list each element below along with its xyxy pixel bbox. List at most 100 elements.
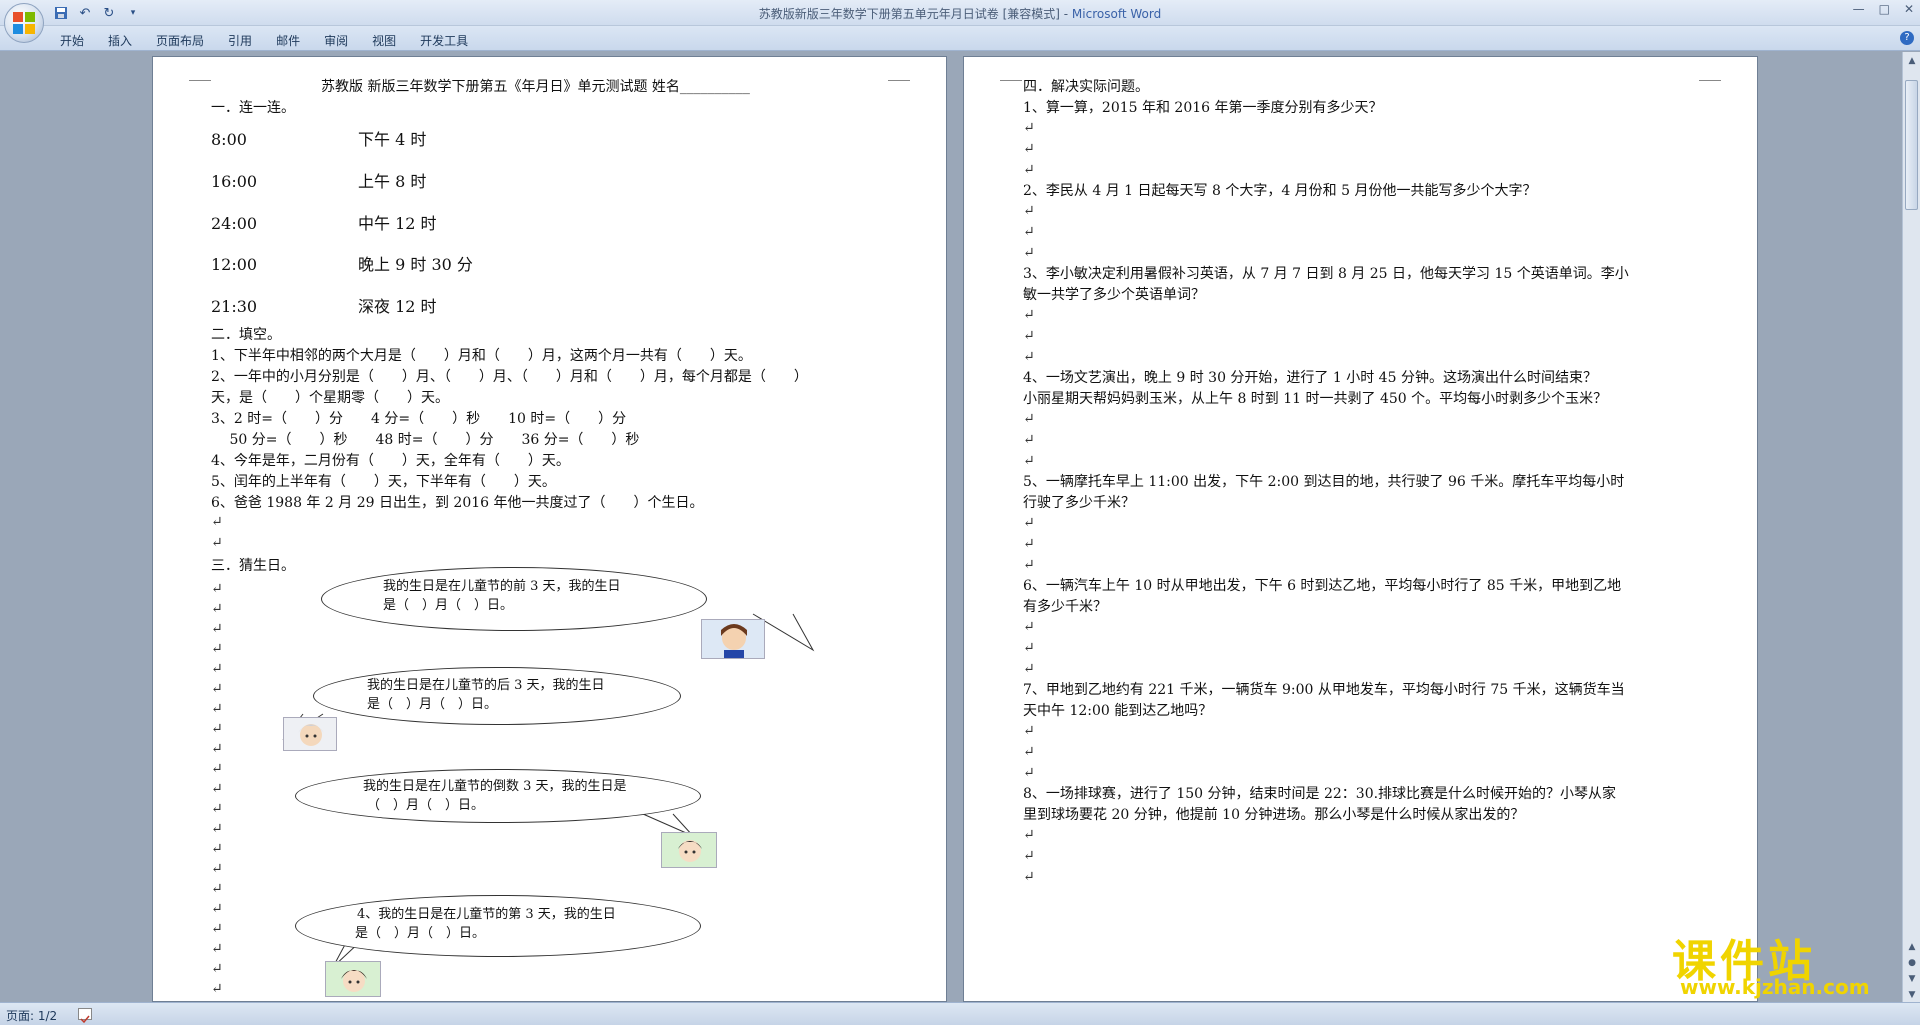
bubble-3-text-line-1: 我的生日是在儿童节的倒数 3 天，我的生日是	[363, 779, 627, 794]
fill-line-8: 6、爸爸 1988 年 2 月 29 日出生，到 2016 年他一共度过了（ ）…	[211, 495, 704, 511]
paragraph-mark: ↵	[211, 861, 223, 877]
match-right-5: 深夜 12 时	[358, 297, 437, 316]
paragraph-mark: ↵	[1023, 411, 1035, 427]
document-title: 苏教版新版三年数学下册第五单元年月日试卷 [兼容模式] -	[758, 7, 1072, 21]
paragraph-mark: ↵	[1023, 224, 1035, 240]
paragraph-mark: ↵	[211, 761, 223, 777]
help-icon[interactable]: ?	[1900, 31, 1914, 45]
paragraph-mark: ↵	[211, 514, 223, 530]
select-browse-object-icon[interactable]: ●	[1906, 958, 1918, 968]
fill-line-3: 天，是（ ）个星期零（ ）天。	[211, 390, 449, 406]
paragraph-mark: ↵	[1023, 141, 1035, 157]
minimize-button[interactable]: —	[1853, 2, 1865, 16]
tab-references[interactable]: 引用	[216, 30, 264, 51]
paragraph-mark: ↵	[1023, 120, 1035, 136]
paragraph-mark: ↵	[211, 901, 223, 917]
paragraph-mark: ↵	[1023, 432, 1035, 448]
fill-line-7: 5、闰年的上半年有（ ）天，下半年有（ ）天。	[211, 474, 556, 490]
section-4-heading: 四．解决实际问题。	[1023, 79, 1149, 95]
scrollbar-thumb[interactable]	[1905, 80, 1918, 210]
document-workspace: 苏教版 新版三年数学下册第五《年月日》单元测试题 姓名__________ 一．…	[0, 52, 1902, 1002]
question-5-line-1: 5、一辆摩托车早上 11:00 出发，下午 2:00 到达目的地，共行驶了 96…	[1023, 474, 1625, 490]
bubble-2-text-line-1: 我的生日是在儿童节的后 3 天，我的生日	[367, 678, 605, 693]
paragraph-mark: ↵	[211, 741, 223, 757]
paragraph-mark: ↵	[1023, 640, 1035, 656]
question-6-line-1: 6、一辆汽车上午 10 时从甲地出发，下午 6 时到达乙地，平均每小时行了 85…	[1023, 578, 1622, 594]
proofing-icon[interactable]	[78, 1008, 92, 1024]
next-page-icon[interactable]: ▼	[1906, 974, 1918, 984]
margin-corner	[189, 67, 211, 81]
question-7-line-2: 天中午 12:00 能到达乙地吗？	[1023, 703, 1213, 719]
scroll-up-icon[interactable]: ▲	[1906, 56, 1918, 66]
paragraph-mark: ↵	[1023, 619, 1035, 635]
paragraph-mark: ↵	[1023, 162, 1035, 178]
fill-line-4: 3、2 时=（ ）分 4 分=（ ）秒 10 时=（ ）分	[211, 411, 627, 427]
question-5-line-2: 行驶了多少千米？	[1023, 495, 1135, 511]
fill-line-5: 50 分=（ ）秒 48 时=（ ）分 36 分=（ ）秒	[211, 432, 640, 448]
bubble-3-text-line-2: （ ）月（ ）日。	[367, 798, 485, 813]
paragraph-mark: ↵	[211, 961, 223, 977]
paragraph-mark: ↵	[1023, 557, 1035, 573]
match-right-4: 晚上 9 时 30 分	[358, 255, 473, 274]
question-3-line-1: 3、李小敏决定利用暑假补习英语，从 7 月 7 日到 8 月 25 日，他每天学…	[1023, 266, 1629, 282]
question-8-line-2: 里到球场要花 20 分钟，他提前 10 分钟进场。那么小琴是什么时候从家出发的？	[1023, 807, 1525, 823]
bubble-4-text-line-2: 是（ ）月（ ）日。	[355, 926, 486, 941]
tab-insert[interactable]: 插入	[96, 30, 144, 51]
fill-line-1: 1、下半年中相邻的两个大月是（ ）月和（ ）月，这两个月一共有（ ）天。	[211, 348, 752, 364]
fill-line-2: 2、一年中的小月分别是（ ）月、（ ）月、（ ）月和（ ）月，每个月都是（ ）	[211, 369, 808, 385]
vertical-scrollbar[interactable]: ▲ ▲ ● ▼ ▼	[1902, 52, 1920, 1002]
paragraph-mark: ↵	[1023, 661, 1035, 677]
paragraph-mark: ↵	[1023, 453, 1035, 469]
maximize-button[interactable]: □	[1879, 2, 1890, 16]
question-3-line-2: 敏一共学了多少个英语单词？	[1023, 287, 1205, 303]
avatar-boy-blue	[701, 619, 765, 659]
section-1-heading: 一．连一连。	[211, 100, 295, 116]
paragraph-mark: ↵	[1023, 515, 1035, 531]
margin-corner	[888, 67, 910, 81]
match-right-1: 下午 4 时	[358, 130, 427, 149]
paragraph-mark: ↵	[211, 881, 223, 897]
tab-view[interactable]: 视图	[360, 30, 408, 51]
ribbon-tabs: 开始 插入 页面布局 引用 邮件 审阅 视图 开发工具	[48, 30, 480, 51]
question-7-line-1: 7、甲地到乙地约有 221 千米，一辆货车 9:00 从甲地发车，平均每小时行 …	[1023, 682, 1625, 698]
paragraph-mark: ↵	[211, 621, 223, 637]
prev-page-icon[interactable]: ▲	[1906, 942, 1918, 952]
bubble-2-text-line-2: 是（ ）月（ ）日。	[367, 697, 498, 712]
paragraph-mark: ↵	[1023, 349, 1035, 365]
paragraph-mark: ↵	[211, 701, 223, 717]
tab-review[interactable]: 审阅	[312, 30, 360, 51]
paragraph-mark: ↵	[1023, 744, 1035, 760]
tab-page-layout[interactable]: 页面布局	[144, 30, 216, 51]
tab-developer[interactable]: 开发工具	[408, 30, 480, 51]
avatar-boy-white-hair	[283, 717, 337, 751]
question-6-line-2: 有多少千米？	[1023, 599, 1107, 615]
paragraph-mark: ↵	[1023, 307, 1035, 323]
tab-home[interactable]: 开始	[48, 30, 96, 51]
paragraph-mark: ↵	[1023, 869, 1035, 885]
section-2-heading: 二．填空。	[211, 327, 281, 343]
app-name: Microsoft Word	[1071, 7, 1162, 21]
page-indicator[interactable]: 页面: 1/2	[6, 1007, 57, 1024]
tab-mailings[interactable]: 邮件	[264, 30, 312, 51]
close-button[interactable]: ✕	[1904, 2, 1914, 16]
office-button[interactable]	[4, 3, 44, 43]
margin-corner	[1699, 67, 1721, 81]
paragraph-mark: ↵	[211, 981, 223, 997]
paragraph-mark: ↵	[1023, 723, 1035, 739]
office-logo-icon	[13, 12, 35, 34]
paragraph-mark: ↵	[1023, 328, 1035, 344]
status-bar: 页面: 1/2	[0, 1002, 1920, 1025]
window-title: 苏教版新版三年数学下册第五单元年月日试卷 [兼容模式] - Microsoft …	[0, 5, 1920, 22]
paragraph-mark: ↵	[211, 601, 223, 617]
paragraph-mark: ↵	[211, 681, 223, 697]
paragraph-mark: ↵	[1023, 848, 1035, 864]
paragraph-mark: ↵	[211, 921, 223, 937]
section-3-heading: 三．猜生日。	[211, 558, 295, 574]
paragraph-mark: ↵	[1023, 203, 1035, 219]
page-2: 四．解决实际问题。 1、算一算，2015 年和 2016 年第一季度分别有多少天…	[963, 56, 1758, 1002]
paragraph-mark: ↵	[211, 535, 223, 551]
paragraph-mark: ↵	[211, 581, 223, 597]
paragraph-mark: ↵	[211, 941, 223, 957]
title-bar: ↶ ↻ ▾ 苏教版新版三年数学下册第五单元年月日试卷 [兼容模式] - Micr…	[0, 0, 1920, 26]
scroll-down-icon[interactable]: ▼	[1906, 990, 1918, 1000]
